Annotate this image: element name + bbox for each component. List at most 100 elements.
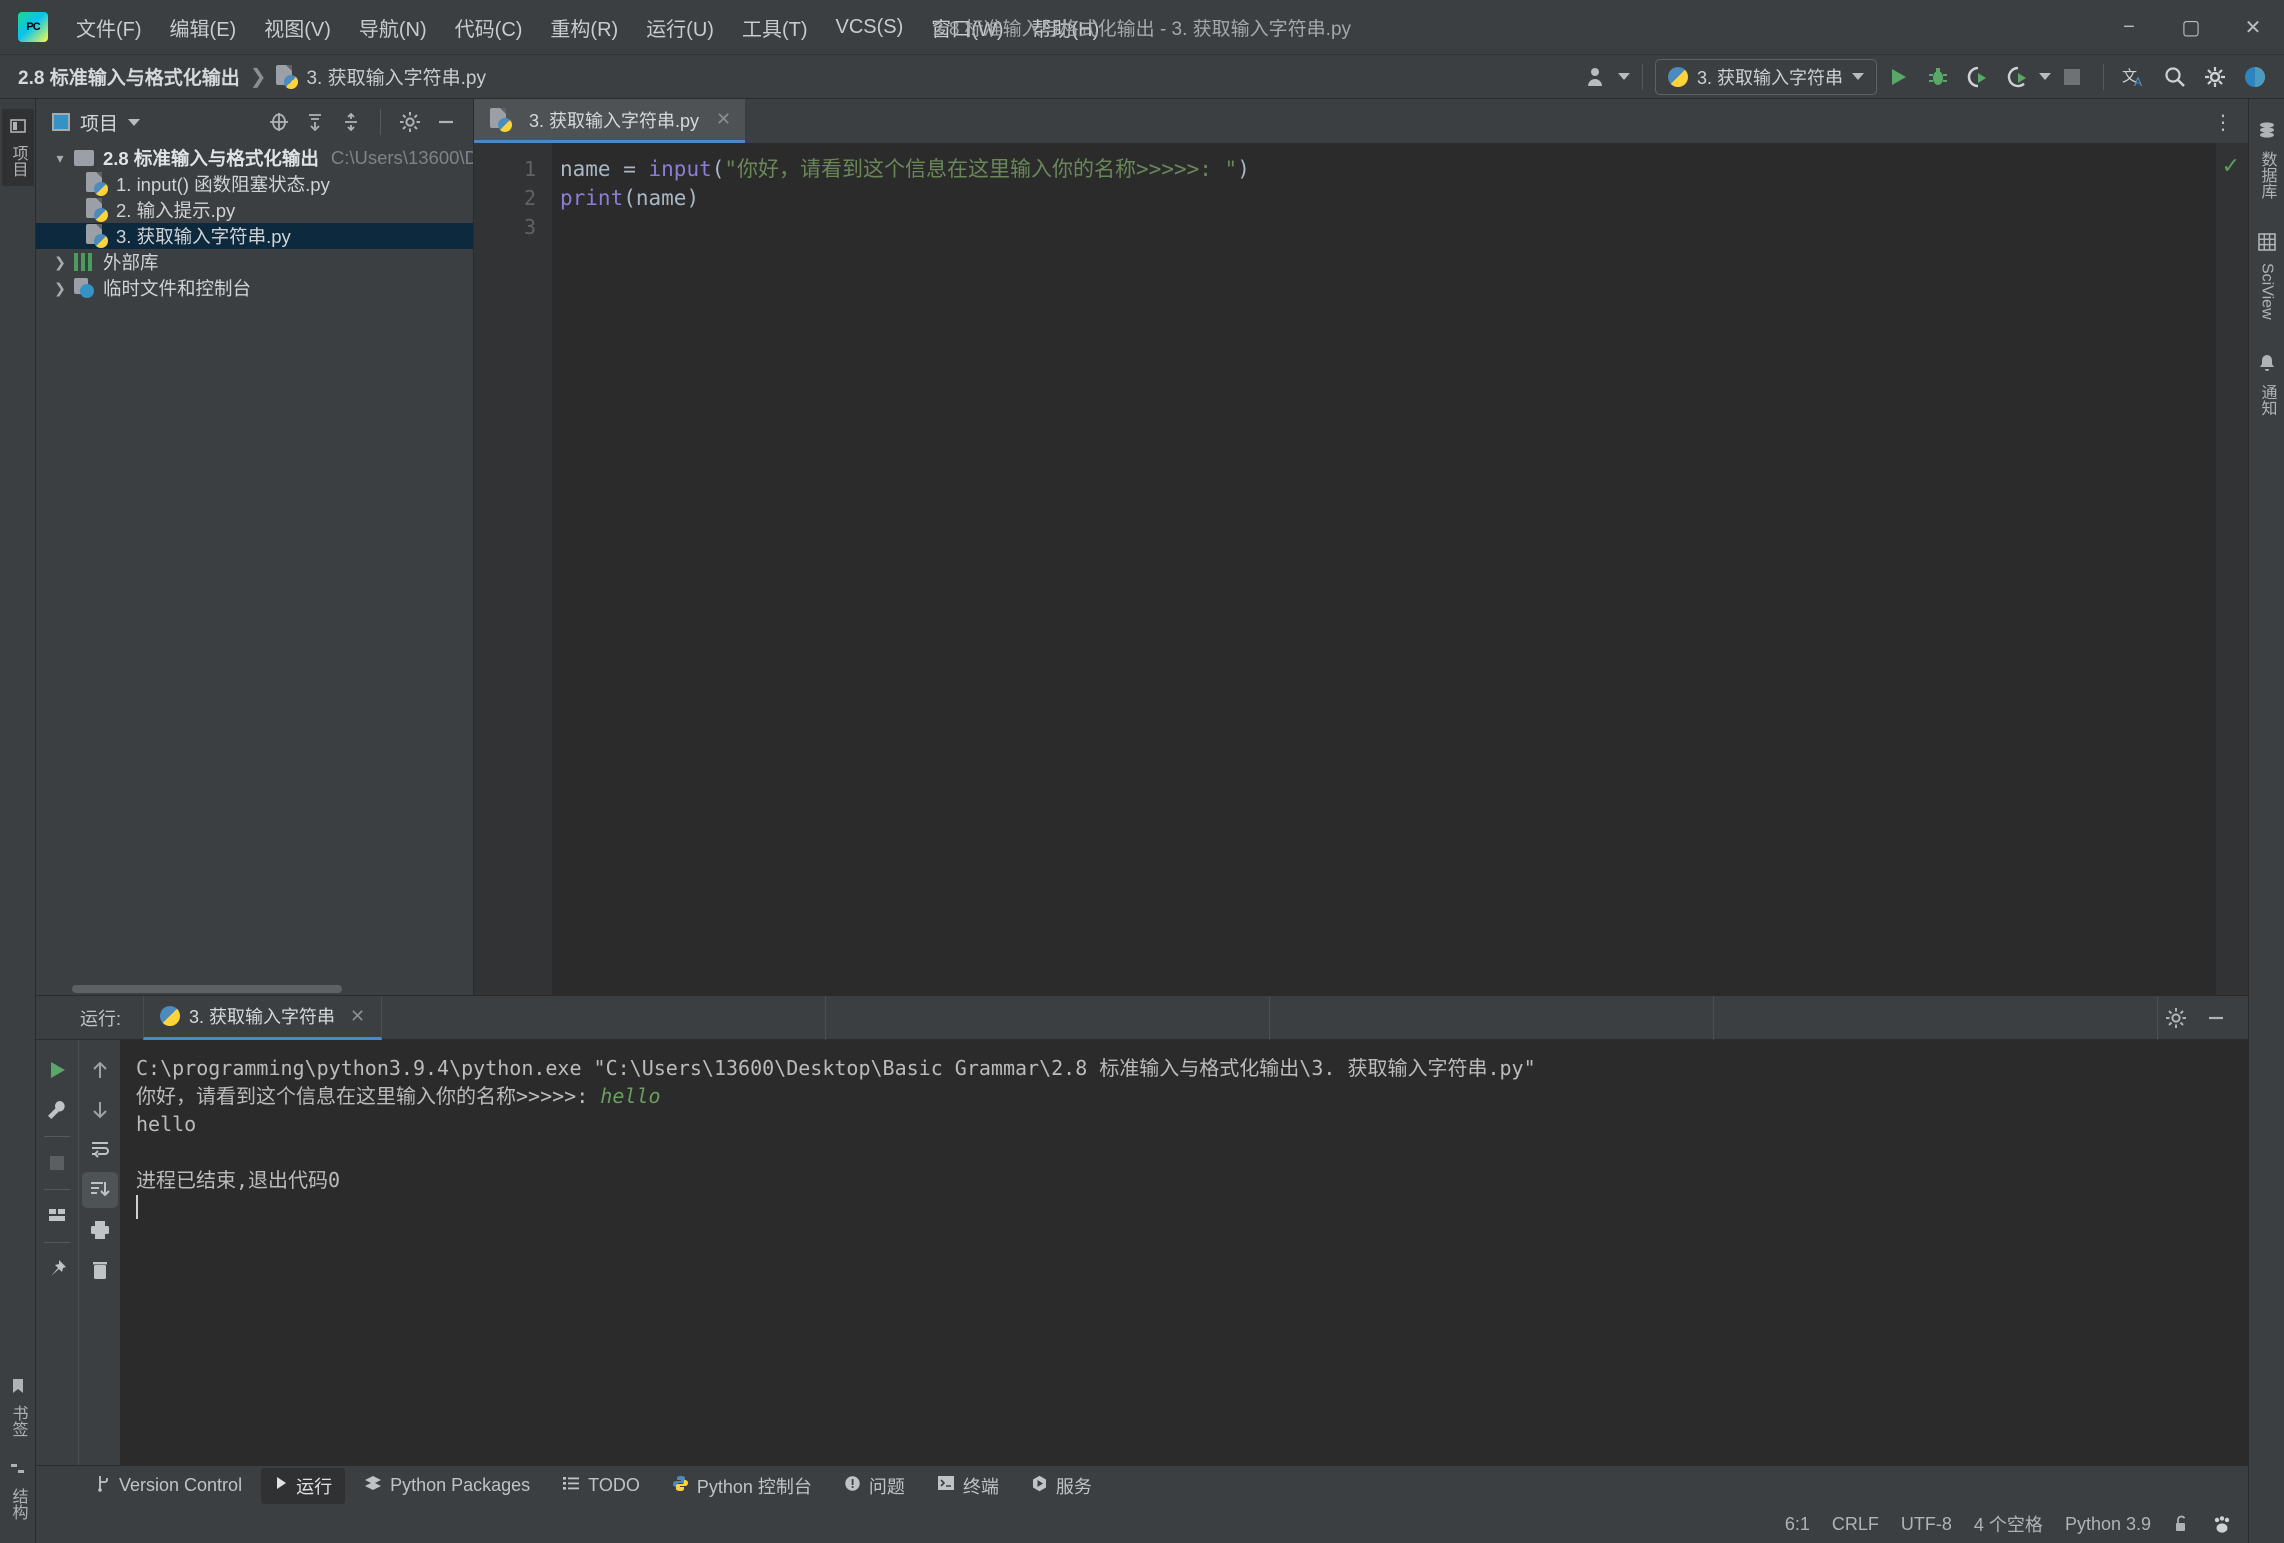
menu-window[interactable]: 窗口(W) bbox=[917, 9, 1017, 46]
menu-edit[interactable]: 编辑(E) bbox=[156, 9, 251, 46]
profile-caret-icon[interactable] bbox=[2039, 73, 2051, 80]
editor-tab-active[interactable]: 3. 获取输入字符串.py ✕ bbox=[474, 99, 746, 143]
collapse-all-icon[interactable] bbox=[334, 105, 368, 139]
code-content[interactable]: name = input("你好，请看到这个信息在这里输入你的名称>>>>>: … bbox=[552, 143, 2248, 995]
tree-node-file-2[interactable]: 2. 输入提示.py bbox=[36, 197, 473, 223]
tree-node-external-libraries[interactable]: ❯ 外部库 bbox=[36, 249, 473, 275]
main-area: 项目 书签 结构 项目 ▾ 2.8 标准输入与格式化输出 C:\Users\13… bbox=[0, 99, 2284, 1543]
pin-tab-button[interactable] bbox=[39, 1251, 75, 1287]
menu-navigate[interactable]: 导航(N) bbox=[345, 9, 441, 46]
ide-assistant-icon[interactable] bbox=[2236, 58, 2274, 96]
rerun-button[interactable] bbox=[39, 1052, 75, 1088]
soft-wrap-button[interactable] bbox=[82, 1132, 118, 1168]
tool-tab-project[interactable]: 项目 bbox=[1, 109, 34, 186]
run-with-coverage-icon[interactable] bbox=[1959, 58, 1997, 96]
chevron-right-icon[interactable]: ❯ bbox=[46, 254, 74, 271]
maximize-button[interactable]: ▢ bbox=[2160, 0, 2222, 54]
tree-node-file-3-selected[interactable]: 3. 获取输入字符串.py bbox=[36, 223, 473, 249]
navigation-bar: 2.8 标准输入与格式化输出 ❯ 3. 获取输入字符串.py 3. 获取输入字符… bbox=[0, 55, 2284, 99]
menu-file[interactable]: 文件(F) bbox=[62, 9, 156, 46]
run-panel-settings-icon[interactable] bbox=[2158, 1000, 2194, 1036]
menu-run[interactable]: 运行(U) bbox=[632, 9, 728, 46]
layout-button[interactable] bbox=[39, 1198, 75, 1234]
line-separator[interactable]: CRLF bbox=[1832, 1514, 1879, 1535]
bottom-tab-problems[interactable]: 问题 bbox=[831, 1468, 918, 1504]
menu-help[interactable]: 帮助(H) bbox=[1018, 9, 1114, 46]
translate-icon[interactable]: 文A bbox=[2116, 58, 2154, 96]
bottom-tab-todo[interactable]: TODO bbox=[549, 1470, 653, 1501]
stop-icon[interactable] bbox=[2053, 58, 2091, 96]
down-stacktrace-button[interactable] bbox=[82, 1092, 118, 1128]
tree-node-file-1[interactable]: 1. input() 函数阻塞状态.py bbox=[36, 171, 473, 197]
run-console-output[interactable]: C:\programming\python3.9.4\python.exe "C… bbox=[120, 1040, 2248, 1465]
inspection-ok-icon[interactable]: ✓ bbox=[2222, 153, 2240, 179]
breadcrumb-project[interactable]: 2.8 标准输入与格式化输出 bbox=[18, 63, 240, 90]
bottom-tab-label: 问题 bbox=[868, 1476, 905, 1497]
breadcrumb-file[interactable]: 3. 获取输入字符串.py bbox=[306, 63, 485, 90]
tool-tab-sciview-label: SciView bbox=[2258, 263, 2276, 320]
chevron-down-icon[interactable]: ▾ bbox=[46, 150, 74, 167]
tree-node-scratches[interactable]: ❯ 临时文件和控制台 bbox=[36, 275, 473, 301]
stop-button[interactable] bbox=[39, 1145, 75, 1181]
tree-node-project-root[interactable]: ▾ 2.8 标准输入与格式化输出 C:\Users\13600\Desktop\… bbox=[36, 145, 473, 171]
run-panel-hide-icon[interactable] bbox=[2198, 1000, 2234, 1036]
bottom-tab-terminal[interactable]: 终端 bbox=[924, 1468, 1012, 1504]
python-interpreter[interactable]: Python 3.9 bbox=[2065, 1514, 2151, 1535]
lock-icon[interactable] bbox=[2173, 1515, 2190, 1533]
editor-options-icon[interactable]: ⋮ bbox=[2208, 107, 2238, 137]
hide-panel-icon[interactable] bbox=[429, 105, 463, 139]
run-panel-body: C:\programming\python3.9.4\python.exe "C… bbox=[36, 1040, 2248, 1465]
close-icon[interactable]: ✕ bbox=[350, 1006, 365, 1027]
close-icon[interactable]: ✕ bbox=[716, 109, 731, 130]
tool-tab-notifications[interactable]: 通知 bbox=[2251, 346, 2283, 424]
menu-refactor[interactable]: 重构(R) bbox=[536, 9, 632, 46]
chevron-right-icon[interactable]: ❯ bbox=[46, 280, 74, 297]
project-tree-horizontal-scrollbar[interactable] bbox=[72, 985, 342, 993]
bottom-tab-python-console[interactable]: Python 控制台 bbox=[659, 1468, 825, 1504]
run-panel-header: 运行: 3. 获取输入字符串 ✕ bbox=[36, 995, 2248, 1040]
project-view-chevron-icon[interactable] bbox=[128, 118, 141, 126]
edit-configurations-button[interactable] bbox=[39, 1092, 75, 1128]
scroll-to-end-button[interactable] bbox=[81, 1172, 118, 1208]
run-panel-tab[interactable]: 3. 获取输入字符串 ✕ bbox=[143, 995, 383, 1040]
file-encoding[interactable]: UTF-8 bbox=[1901, 1514, 1952, 1535]
clear-all-button[interactable] bbox=[82, 1252, 118, 1288]
menu-code[interactable]: 代码(C) bbox=[441, 9, 537, 46]
search-everywhere-icon[interactable] bbox=[2156, 58, 2194, 96]
run-configuration-selector[interactable]: 3. 获取输入字符串 bbox=[1654, 58, 1877, 95]
tool-tab-structure[interactable]: 结构 bbox=[2, 1452, 34, 1529]
bottom-tab-services[interactable]: 服务 bbox=[1018, 1468, 1105, 1504]
run-icon[interactable] bbox=[1879, 58, 1917, 96]
code-editor[interactable]: 1 2 3 name = input("你好，请看到这个信息在这里输入你的名称>… bbox=[474, 143, 2248, 995]
indent-setting[interactable]: 4 个空格 bbox=[1974, 1511, 2043, 1537]
tool-tab-database[interactable]: 数据库 bbox=[2251, 113, 2283, 207]
caret-position[interactable]: 6:1 bbox=[1785, 1514, 1810, 1535]
bottom-tab-version-control[interactable]: Version Control bbox=[82, 1469, 255, 1502]
profile-icon[interactable] bbox=[1999, 58, 2037, 96]
user-account-caret-icon[interactable] bbox=[1617, 73, 1630, 80]
tool-tab-bookmarks[interactable]: 书签 bbox=[2, 1369, 34, 1446]
bottom-tab-label: Version Control bbox=[119, 1475, 243, 1495]
user-account-icon[interactable] bbox=[1578, 58, 1616, 96]
menu-view[interactable]: 视图(V) bbox=[250, 9, 345, 46]
tool-tab-sciview[interactable]: SciView bbox=[2254, 225, 2280, 328]
bottom-tab-python-packages[interactable]: Python Packages bbox=[351, 1469, 543, 1502]
print-button[interactable] bbox=[82, 1212, 118, 1248]
panel-settings-icon[interactable] bbox=[393, 105, 427, 139]
bottom-tool-window-bar: Version Control 运行 Python Packages TODO … bbox=[36, 1465, 2248, 1505]
expand-all-icon[interactable] bbox=[298, 105, 332, 139]
up-stacktrace-button[interactable] bbox=[82, 1052, 118, 1088]
bottom-tab-run[interactable]: 运行 bbox=[261, 1467, 346, 1504]
inspector-paw-icon[interactable] bbox=[2212, 1515, 2232, 1534]
tool-tab-notifications-label: 通知 bbox=[2258, 383, 2276, 416]
close-button[interactable]: ✕ bbox=[2222, 0, 2284, 54]
menu-vcs[interactable]: VCS(S) bbox=[822, 12, 918, 43]
breadcrumb: 2.8 标准输入与格式化输出 ❯ 3. 获取输入字符串.py bbox=[18, 63, 486, 90]
settings-gear-icon[interactable] bbox=[2196, 58, 2234, 96]
minimize-button[interactable]: − bbox=[2098, 0, 2160, 54]
console-prompt-line: 你好，请看到这个信息在这里输入你的名称>>>>>: hello bbox=[136, 1082, 2236, 1110]
editor-marker-bar[interactable] bbox=[2216, 143, 2248, 995]
select-opened-file-icon[interactable] bbox=[262, 105, 296, 139]
debug-icon[interactable] bbox=[1919, 58, 1957, 96]
menu-tools[interactable]: 工具(T) bbox=[728, 9, 822, 46]
